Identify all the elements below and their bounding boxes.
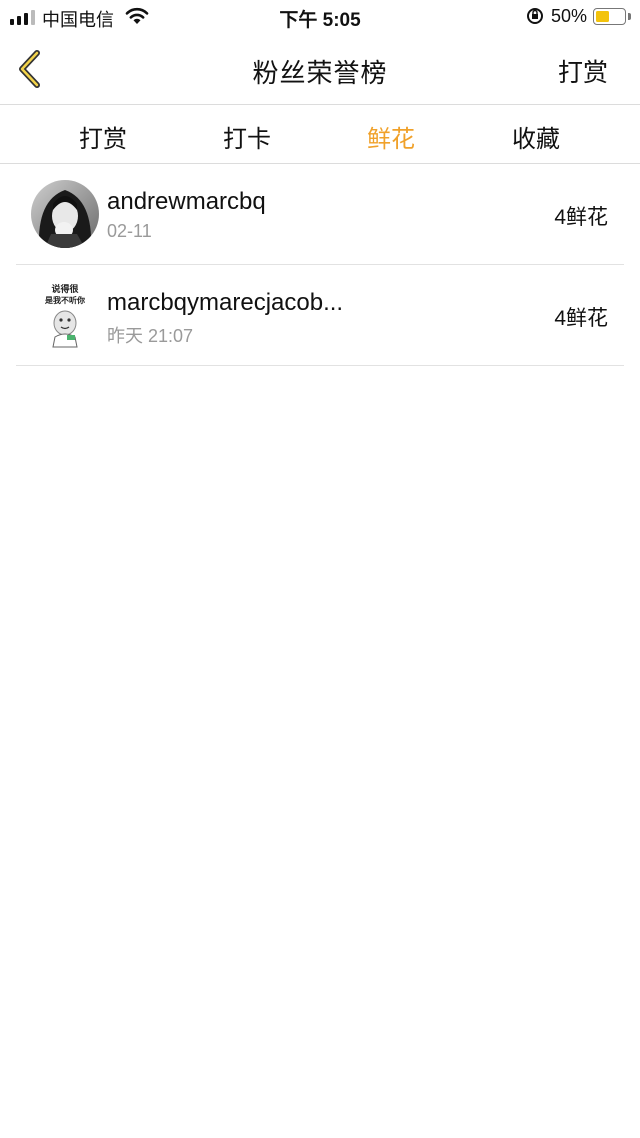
tab-bar: 打赏 打卡 鲜花 收藏 xyxy=(0,105,640,164)
fan-list: andrewmarcbq 02-11 4鲜花 说得很 是我不听你 marcbqy… xyxy=(0,164,640,366)
avatar[interactable]: 说得很 是我不听你 xyxy=(31,281,99,349)
user-name: andrewmarcbq xyxy=(107,188,266,215)
battery-icon xyxy=(593,8,626,25)
flower-count: 4鲜花 xyxy=(554,307,608,330)
list-item[interactable]: andrewmarcbq 02-11 4鲜花 xyxy=(16,164,624,265)
page-title: 粉丝荣誉榜 xyxy=(252,58,388,88)
battery-cap xyxy=(628,13,631,20)
tab-favorites[interactable]: 收藏 xyxy=(486,119,586,154)
user-name: marcbqymarecjacob... xyxy=(107,289,344,316)
list-item[interactable]: 说得很 是我不听你 marcbqymarecjacob... 昨天 21:07 … xyxy=(16,265,624,366)
clock: 下午 5:05 xyxy=(279,10,361,31)
user-date: 02-11 xyxy=(107,221,152,241)
avatar[interactable] xyxy=(31,180,99,248)
flower-count: 4鲜花 xyxy=(554,206,608,229)
avatar-caption-1: 说得很 xyxy=(51,283,79,295)
tab-checkin[interactable]: 打卡 xyxy=(197,119,297,154)
tab-flowers[interactable]: 鲜花 xyxy=(341,119,441,154)
avatar-caption-2: 是我不听你 xyxy=(44,295,85,305)
battery-percent: 50% xyxy=(551,6,588,26)
battery-level xyxy=(596,11,609,22)
status-bar: 中国电信 下午 5:05 50% xyxy=(0,0,640,34)
user-date: 昨天 21:07 xyxy=(107,326,194,346)
reward-button[interactable]: 打赏 xyxy=(558,53,608,89)
nav-bar: 粉丝荣誉榜 打赏 xyxy=(0,34,640,105)
rotation-lock-icon xyxy=(527,8,543,24)
tab-reward[interactable]: 打赏 xyxy=(53,119,153,154)
